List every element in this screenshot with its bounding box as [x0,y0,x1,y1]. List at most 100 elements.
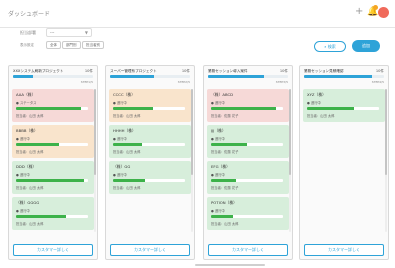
card-status: ● 進行中 [211,172,285,177]
column-card-list: AAA（株） ● ステータス 担当者：山田 太郎 BBBB（株） ● 進行中 担… [12,89,94,232]
card-progress-bar [211,179,283,182]
search-icon: ⌕ [324,44,327,49]
customer-detail-button[interactable]: カスタマー詳しく [13,244,93,256]
card-status-text: 進行中 [116,101,127,105]
status-dot-icon: ● [16,101,19,105]
card-progress-bar [16,215,88,218]
card-title: XYZ（株） [307,92,326,97]
chevron-down-icon: ▼ [84,30,88,35]
status-dot-icon: ● [211,137,214,141]
status-dot-icon: ● [113,101,116,105]
card-status-text: 進行中 [116,137,127,141]
card-status-text: 進行中 [19,173,30,177]
card-progress-bar [113,143,185,146]
avatar[interactable] [378,7,389,18]
app-title: ダッシュボード [8,11,51,18]
deal-card[interactable]: （株）ABCD ● 進行中 担当者：佐藤 花子 [207,89,289,122]
column-scrollbar[interactable] [191,89,193,232]
column-count: 10件 [181,69,190,73]
column-step: STEP3/5 [275,80,288,84]
card-owner: 担当者：佐藤 花子 [211,150,239,154]
status-dot-icon: ● [211,173,214,177]
card-status: ● 進行中 [16,172,90,177]
chip-all[interactable]: 全体 [46,41,61,49]
column-card-list: XYZ（株） ● 進行中 担当者：山田 太郎 [303,89,385,232]
card-status-text: 進行中 [19,137,30,141]
card-status: ● 進行中 [307,100,381,105]
department-select-value: --- [50,30,55,35]
status-dot-icon: ● [16,209,19,213]
deal-card[interactable]: HHHH（株） ● 進行中 担当者：山田 太郎 [109,125,191,158]
column-scrollbar[interactable] [94,89,96,232]
column-scrollbar[interactable] [385,89,387,232]
column-3: 業務セッション導入案件 10件 STEP3/5 （株）ABCD ● 進行中 担当… [203,65,293,260]
chip-assignee[interactable]: 担当者別 [82,41,104,49]
status-dot-icon: ● [113,173,116,177]
column-title: 業務セッション見積確認 [304,69,344,73]
customer-detail-button[interactable]: カスタマー詳しく [110,244,190,256]
card-owner: 担当者：山田 太郎 [113,114,141,118]
status-dot-icon: ● [113,137,116,141]
card-owner: 担当者：佐藤 花子 [211,114,239,118]
deal-card[interactable]: BBBB（株） ● 進行中 担当者：山田 太郎 [12,125,94,158]
search-button-label: 検索 [327,44,336,49]
deal-card[interactable]: JJJ（株） ● 進行中 担当者：佐藤 花子 [207,125,289,158]
column-2: スーパー管理系プロジェクト 10件 STEP2/5 CCCC（株） ● 進行中 … [105,65,195,260]
card-title: CCCC（株） [113,92,135,97]
column-header: 業務セッション見積確認 10件 STEP4/5 [300,66,388,88]
chip-department[interactable]: 部門別 [62,41,81,49]
status-dot-icon: ● [16,137,19,141]
card-owner: 担当者：佐藤 花子 [211,186,239,190]
search-button[interactable]: ⌕ 検索 [314,41,346,52]
card-progress-bar [307,107,379,110]
card-status-text: 進行中 [214,137,225,141]
card-status: ● 進行中 [113,172,187,177]
deal-card[interactable]: XYZ（株） ● 進行中 担当者：山田 太郎 [303,89,385,122]
status-dot-icon: ● [307,101,310,105]
column-step: STEP4/5 [371,80,384,84]
status-dot-icon: ● [211,101,214,105]
card-progress-bar [211,215,283,218]
card-title: HHHH（株） [113,128,136,133]
deal-card[interactable]: POTION（株） ● 進行中 担当者：山田 太郎 [207,197,289,230]
column-progress-bar [208,75,288,78]
card-status: ● 進行中 [113,100,187,105]
column-title: スーパー管理系プロジェクト [110,69,157,73]
column-count: 10件 [375,69,384,73]
card-progress-bar [113,107,185,110]
column-step: STEP2/5 [177,80,190,84]
column-progress-bar [13,75,93,78]
card-status-text: 進行中 [214,101,225,105]
card-title: AAA（株） [16,92,36,97]
customer-detail-button[interactable]: カスタマー詳しく [304,244,384,256]
card-status: ● 進行中 [16,208,90,213]
column-title: XXXシステム刷新プロジェクト [13,69,64,73]
deal-card[interactable]: （株）GG ● 進行中 担当者：山田 太郎 [109,161,191,194]
deal-card[interactable]: EFG（株） ● 進行中 担当者：佐藤 花子 [207,161,289,194]
deal-card[interactable]: AAA（株） ● ステータス 担当者：山田 太郎 [12,89,94,122]
card-title: （株）GG [113,164,131,169]
notification-badge [373,5,378,10]
card-title: （株）ABCD [211,92,234,97]
card-progress-bar [211,143,283,146]
add-button[interactable]: 追加 [352,40,380,52]
card-progress-bar [211,107,283,110]
customer-detail-button[interactable]: カスタマー詳しく [208,244,288,256]
horizontal-scrollbar[interactable] [195,264,265,266]
card-owner: 担当者：山田 太郎 [211,222,239,226]
deal-card[interactable]: CCCC（株） ● 進行中 担当者：山田 太郎 [109,89,191,122]
card-status-text: ステータス [19,101,37,105]
card-owner: 担当者：山田 太郎 [307,114,335,118]
column-progress-bar [110,75,190,78]
column-scrollbar[interactable] [289,89,291,232]
department-select[interactable]: --- ▼ [46,28,92,37]
column-title: 業務セッション導入案件 [208,69,248,73]
filter-label: 担当部署 [20,30,36,35]
deal-card[interactable]: （株）GGGG ● 進行中 担当者：山田 太郎 [12,197,94,230]
deal-card[interactable]: DDD（株） ● 進行中 担当者：山田 太郎 [12,161,94,194]
card-owner: 担当者：山田 太郎 [113,186,141,190]
card-owner: 担当者：山田 太郎 [16,222,44,226]
plus-icon[interactable]: + [355,7,363,17]
card-owner: 担当者：山田 太郎 [16,114,44,118]
column-count: 10件 [279,69,288,73]
